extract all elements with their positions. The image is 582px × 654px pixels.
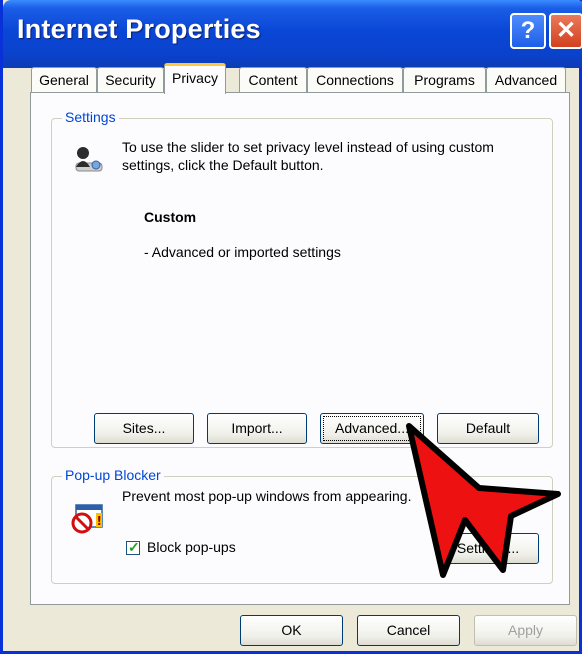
red-arrow-pointer-icon — [403, 420, 563, 590]
checkmark-icon: ✓ — [128, 539, 140, 555]
settings-group: Settings To use the slider to set privac… — [51, 109, 553, 448]
window-title: Internet Properties — [17, 14, 261, 44]
title-bar[interactable]: Internet Properties ? ✕ — [3, 0, 582, 68]
privacy-level-title: Custom — [144, 209, 197, 225]
import-button-label: Import... — [231, 420, 283, 436]
privacy-level-description: - Advanced or imported settings — [144, 244, 341, 260]
settings-group-label: Settings — [62, 109, 119, 125]
ok-button[interactable]: OK — [240, 615, 343, 646]
help-button[interactable]: ? — [510, 13, 546, 49]
tab-connections[interactable]: Connections — [307, 67, 403, 93]
tab-programs[interactable]: Programs — [403, 67, 486, 93]
tab-content[interactable]: Content — [239, 67, 307, 93]
tab-advanced[interactable]: Advanced — [486, 67, 566, 93]
svg-text:!: ! — [97, 514, 102, 528]
sites-button-label: Sites... — [122, 420, 166, 436]
cancel-button-label: Cancel — [386, 622, 431, 638]
ok-button-label: OK — [281, 622, 302, 638]
sites-button[interactable]: Sites... — [94, 413, 194, 444]
cancel-button[interactable]: Cancel — [357, 615, 460, 646]
privacy-person-icon — [72, 143, 104, 175]
tab-general[interactable]: General — [31, 67, 97, 93]
privacy-info-line2: settings, click the Default button. — [122, 157, 324, 173]
privacy-info-line1: To use the slider to set privacy level i… — [122, 139, 494, 155]
popup-blocker-description: Prevent most pop-up windows from appeari… — [122, 488, 412, 504]
apply-button[interactable]: Apply — [474, 615, 577, 646]
close-button[interactable]: ✕ — [549, 13, 582, 49]
internet-properties-window: Internet Properties ? ✕ General Security… — [0, 0, 582, 654]
popup-blocker-group-label: Pop-up Blocker — [62, 467, 164, 483]
block-popups-label[interactable]: Block pop-ups — [147, 539, 236, 555]
advanced-button-label: Advanced... — [335, 420, 409, 436]
apply-button-label: Apply — [507, 622, 544, 638]
popup-blocker-icon: ! — [70, 503, 106, 535]
tab-security[interactable]: Security — [97, 67, 164, 93]
import-button[interactable]: Import... — [207, 413, 307, 444]
tab-privacy[interactable]: Privacy — [164, 63, 226, 94]
block-popups-checkbox[interactable]: ✓ — [126, 539, 140, 555]
